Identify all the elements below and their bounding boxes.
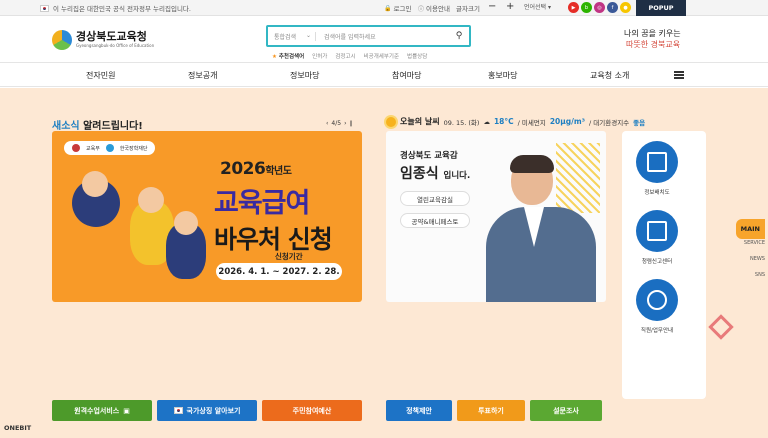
monitor-icon: ▣ [123,406,130,415]
service-label: 정보배치도 [644,190,670,196]
survey-button[interactable]: 설문조사 [530,400,602,421]
onebit-label: ONEBIT [4,424,32,432]
moe-logo-icon [72,144,80,152]
lock-icon: 🔒 [384,4,392,12]
participatory-budget-button[interactable]: 주민참여예산 [262,400,362,421]
service-label: 직원/업무안내 [640,328,674,334]
search-box: 통합검색 ⌄ 검색어를 입력하세요 ⚲ [266,25,471,47]
font-size-label: 글자크기 [456,5,480,13]
nav-item[interactable]: 교육청 소개 [590,70,629,81]
prev-icon[interactable]: ‹ [326,120,328,127]
kosaf-logo-icon [105,144,114,152]
banner-logos: 교육부 한국장학재단 [64,141,156,155]
news-title: 새소식 알려드립니다! [52,121,143,132]
next-icon[interactable]: › [344,120,346,127]
main-navigation: 전자민원 정보공개 정보마당 참여마당 홍보마당 교육청 소개 [0,62,768,87]
nav-item[interactable]: 정보공개 [188,70,217,81]
zoom-in-button[interactable]: + [506,1,514,12]
cloud-icon: ☁ [483,117,490,126]
keyword-link[interactable]: 인허가 [312,52,327,60]
superintendent-card: 경상북도 교육감 임종식 입니다. 열린교육감실 공약&매니페스토 [386,131,606,302]
logo-subtitle: Gyeongsangbuk-do Office of Education [76,43,155,48]
instagram-icon[interactable]: ◎ [594,2,605,13]
pause-icon[interactable]: ∥ [349,120,352,127]
top-utility-bar: 이 누리집은 대한민국 공식 전자정부 누리집입니다. 🔒 로그인 ⓘ 이용안내 글… [0,0,768,16]
site-logo[interactable]: 경상북도교육청 Gyeongsangbuk-do Office of Educa… [52,30,154,50]
sun-icon [386,116,396,127]
slogan: 나의 꿈을 키우는 따뜻한 경북교육 [624,29,681,49]
staff-icon[interactable] [636,279,678,321]
banner-year: 2026학년도 [220,159,292,179]
chevron-down-icon: ⌄ [305,31,311,39]
nav-service[interactable]: SERVICE [721,235,765,251]
banner-headline: 교육급여 [214,188,310,219]
keyword-link[interactable]: 검정고시 [335,52,355,60]
logo-mark-icon [52,30,72,50]
vote-button[interactable]: 투표하기 [457,400,525,421]
search-icon[interactable]: ⚲ [449,31,469,41]
kakao-icon[interactable]: ● [620,2,631,13]
remote-class-button[interactable]: 원격수업서비스 ▣ [52,400,152,421]
login-link[interactable]: 🔒 로그인 [384,3,411,14]
site-header: 경상북도교육청 Gyeongsangbuk-do Office of Educa… [0,16,768,62]
guide-link[interactable]: ⓘ 이용안내 [418,3,450,13]
policy-proposal-button[interactable]: 정책제안 [386,400,452,421]
period-value: 2026. 4. 1. ~ 2027. 2. 28. [216,263,342,280]
superintendent-photo [486,155,596,302]
zoom-out-button[interactable]: − [488,1,496,12]
weather-bar: 오늘의 날씨 09. 15. (화) ☁ 18°C / 미세먼지 20μg/m³… [386,116,645,127]
korea-flag-icon [40,4,49,12]
news-banner[interactable]: 교육부 한국장학재단 2026학년도 교육급여 바우처 신청 신청기간 2026… [52,131,362,302]
national-symbol-button[interactable]: 국가상징 알아보기 [157,400,257,421]
recommended-keywords: ★ 추천검색어 인허가 검정고시 비공개세부기준 법률상담 [272,52,428,60]
report-icon[interactable] [636,210,678,252]
sitemap-icon[interactable] [636,141,678,183]
search-scope-select[interactable]: 통합검색 ⌄ [268,31,316,41]
menu-icon[interactable] [674,71,684,79]
manifesto-button[interactable]: 공약&매니페스토 [400,213,470,228]
korea-flag-icon [173,407,183,414]
quick-services: 정보배치도 청렴신고센터 직원/업무안내 [622,131,706,399]
banner-headline-2: 바우처 신청 [214,225,333,254]
language-select[interactable]: 언어선택 ▾ [524,2,551,11]
youtube-icon[interactable]: ▶ [568,2,579,13]
service-label: 청렴신고센터 [641,259,673,265]
info-icon: ⓘ [418,5,425,13]
facebook-icon[interactable]: f [607,2,618,13]
search-input[interactable]: 검색어를 입력하세요 [316,32,449,41]
nav-sns[interactable]: SNS [721,267,765,283]
logo-title: 경상북도교육청 [76,30,147,43]
open-office-button[interactable]: 열린교육감실 [400,191,470,206]
gov-notice: 이 누리집은 대한민국 공식 전자정부 누리집입니다. [40,3,191,13]
popup-button[interactable]: POPUP [636,0,686,16]
period-label: 신청기간 [275,252,303,261]
nav-item[interactable]: 홍보마당 [488,70,517,81]
nav-item[interactable]: 전자민원 [86,70,115,81]
nav-item[interactable]: 정보마당 [290,70,319,81]
nav-item[interactable]: 참여마당 [392,70,421,81]
banner-pager: ‹ 4/5 › ∥ [326,120,353,127]
keyword-link[interactable]: 비공개세부기준 [364,52,399,60]
keyword-link[interactable]: 법률상담 [407,52,427,60]
right-section-nav: MAIN SERVICE NEWS SNS [721,219,765,283]
blog-icon[interactable]: b [581,2,592,13]
star-icon: ★ [272,54,277,60]
nav-news[interactable]: NEWS [721,251,765,267]
